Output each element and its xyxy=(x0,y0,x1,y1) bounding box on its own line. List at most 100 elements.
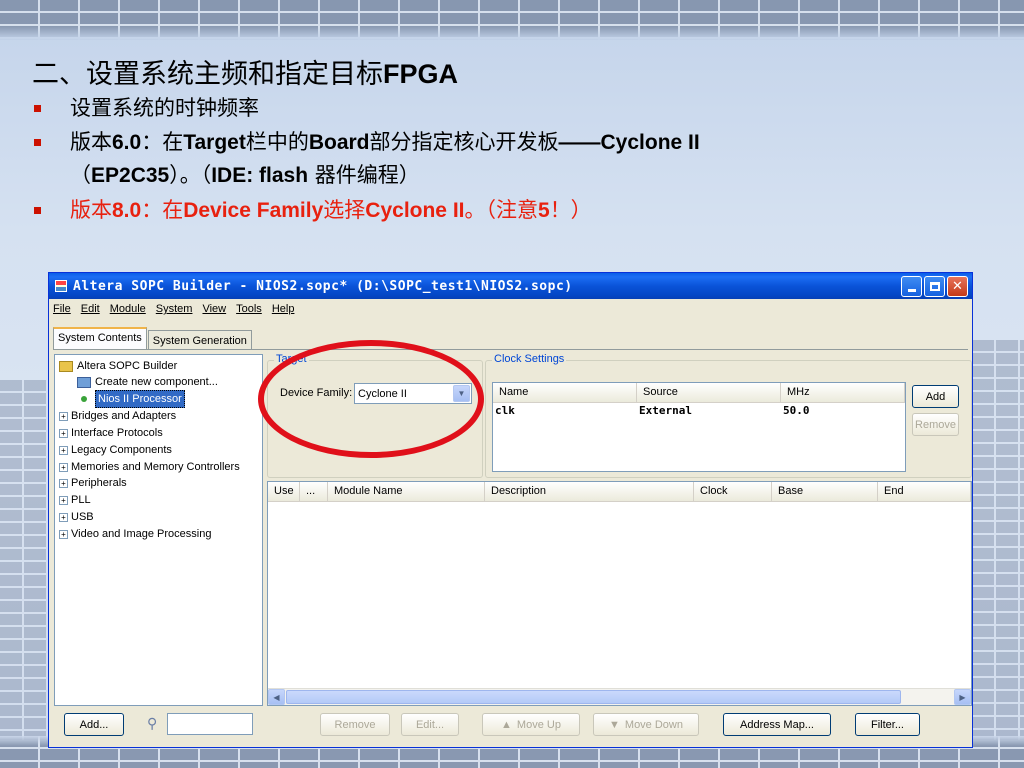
tree-label: Create new component... xyxy=(95,376,218,388)
table-row[interactable]: clk External 50.0 xyxy=(493,403,905,419)
bullet-list: 设置系统的时钟频率 版本6.0：在Target栏中的Board部分指定核心开发板… xyxy=(32,92,992,229)
bullet-text: 5 xyxy=(538,199,550,222)
bullet-text: 部分指定核心开发板 xyxy=(369,130,559,154)
remove-module-button[interactable]: Remove xyxy=(320,713,390,736)
expand-icon[interactable]: + xyxy=(59,428,68,438)
maximize-button[interactable] xyxy=(924,275,945,297)
tab-system-generation[interactable]: System Generation xyxy=(147,330,252,349)
minimize-button[interactable] xyxy=(901,275,922,297)
clock-mhz-cell[interactable]: 50.0 xyxy=(781,403,905,419)
horizontal-scrollbar[interactable]: ◀ ▶ xyxy=(268,688,971,705)
move-down-button[interactable]: ▼ Move Down xyxy=(593,713,699,736)
scroll-left-icon[interactable]: ◀ xyxy=(268,689,285,705)
expand-icon[interactable]: + xyxy=(59,512,68,522)
bullet-text: ）。（ xyxy=(169,163,212,187)
tree-category[interactable]: + USB xyxy=(59,509,94,525)
column-header-clock[interactable]: Clock xyxy=(694,482,772,502)
bullet-square-icon xyxy=(34,139,41,146)
bullet-text: 8.0 xyxy=(112,199,142,222)
app-icon xyxy=(55,280,67,292)
library-icon xyxy=(59,360,73,372)
tree-label: Altera SOPC Builder xyxy=(77,360,178,372)
address-map-button[interactable]: Address Map... xyxy=(723,713,831,736)
column-header-end[interactable]: End xyxy=(878,482,971,502)
minimize-icon xyxy=(907,288,916,292)
expand-icon[interactable]: + xyxy=(59,478,68,488)
tree-item-nios-ii-processor[interactable]: Nios II Processor xyxy=(77,390,185,408)
component-library-tree[interactable]: Altera SOPC Builder Create new component… xyxy=(54,354,263,706)
menu-file[interactable]: File xyxy=(53,303,71,315)
bullet-text: Cyclone II xyxy=(365,199,465,222)
bullet-text: 设置系统的时钟频率 xyxy=(70,96,259,120)
clock-table[interactable]: Name Source MHz clk External 50.0 xyxy=(492,382,906,472)
move-up-button[interactable]: ▲ Move Up xyxy=(482,713,580,736)
column-header-use[interactable]: Use xyxy=(268,482,300,502)
bullet-text: ：在 xyxy=(141,198,184,222)
clock-table-header: Name Source MHz xyxy=(493,383,905,403)
tree-category[interactable]: + Peripherals xyxy=(59,475,127,491)
expand-icon[interactable]: + xyxy=(59,445,68,455)
menu-module[interactable]: Module xyxy=(110,303,146,315)
tree-label: Legacy Components xyxy=(71,444,172,456)
tree-category[interactable]: + Video and Image Processing xyxy=(59,526,211,542)
expand-icon[interactable]: + xyxy=(59,495,68,505)
slide-title: 二、设置系统主频和指定目标FPGA xyxy=(32,52,458,91)
tree-category[interactable]: + PLL xyxy=(59,492,91,508)
tab-strip: System Contents System Generation xyxy=(53,327,253,349)
bullet-text: ——Cyclone II xyxy=(558,131,700,154)
tree-label: PLL xyxy=(71,494,91,506)
column-header-connections[interactable]: ... xyxy=(300,482,328,502)
scroll-right-icon[interactable]: ▶ xyxy=(954,689,971,705)
bullet-item-highlight: 版本8.0：在Device Family选择Cyclone II。（注意5！） xyxy=(32,194,992,227)
module-table[interactable]: Use ... Module Name Description Clock Ba… xyxy=(267,481,972,706)
arrow-down-icon: ▼ xyxy=(609,718,620,731)
menu-view[interactable]: View xyxy=(202,303,226,315)
tree-category[interactable]: + Interface Protocols xyxy=(59,425,163,441)
edit-module-button[interactable]: Edit... xyxy=(401,713,459,736)
window-titlebar[interactable]: Altera SOPC Builder - NIOS2.sopc* (D:\SO… xyxy=(49,273,972,299)
menu-tools[interactable]: Tools xyxy=(236,303,262,315)
column-header-module-name[interactable]: Module Name xyxy=(328,482,485,502)
tree-label: Bridges and Adapters xyxy=(71,410,177,422)
tree-root[interactable]: Altera SOPC Builder xyxy=(59,358,177,374)
arrow-up-icon: ▲ xyxy=(501,718,512,731)
sopc-builder-window: Altera SOPC Builder - NIOS2.sopc* (D:\SO… xyxy=(48,272,973,748)
column-header-mhz[interactable]: MHz xyxy=(781,383,905,403)
bullet-text: 器件编程） xyxy=(308,163,420,187)
tree-category[interactable]: + Legacy Components xyxy=(59,442,172,458)
add-component-button[interactable]: Add... xyxy=(64,713,124,736)
move-down-label: Move Down xyxy=(624,718,683,731)
filter-button[interactable]: Filter... xyxy=(855,713,920,736)
menu-edit[interactable]: Edit xyxy=(81,303,100,315)
bullet-text: （ xyxy=(70,163,91,187)
search-input[interactable] xyxy=(167,713,253,735)
tree-item-create-component[interactable]: Create new component... xyxy=(77,374,218,390)
add-clock-button[interactable]: Add xyxy=(912,385,959,408)
decorative-brick-left xyxy=(0,380,48,740)
expand-icon[interactable]: + xyxy=(59,529,68,539)
column-header-source[interactable]: Source xyxy=(637,383,781,403)
clock-settings-legend: Clock Settings xyxy=(492,353,567,365)
tab-system-contents[interactable]: System Contents xyxy=(53,327,147,349)
window-title: Altera SOPC Builder - NIOS2.sopc* (D:\SO… xyxy=(73,278,573,294)
clock-name-cell[interactable]: clk xyxy=(493,403,637,419)
column-header-base[interactable]: Base xyxy=(772,482,878,502)
close-button[interactable]: ✕ xyxy=(947,275,968,297)
column-header-name[interactable]: Name xyxy=(493,383,637,403)
scroll-thumb[interactable] xyxy=(286,690,901,704)
highlight-ellipse xyxy=(258,340,484,458)
search-icon: ⚲ xyxy=(147,716,158,732)
column-header-description[interactable]: Description xyxy=(485,482,694,502)
decorative-brick-header xyxy=(0,0,1024,40)
move-up-label: Move Up xyxy=(516,718,561,731)
remove-clock-button[interactable]: Remove xyxy=(912,413,959,436)
menu-help[interactable]: Help xyxy=(272,303,295,315)
tree-category[interactable]: + Memories and Memory Controllers xyxy=(59,459,240,475)
tree-label: Video and Image Processing xyxy=(71,528,212,540)
clock-source-cell[interactable]: External xyxy=(637,403,781,419)
menu-system[interactable]: System xyxy=(156,303,193,315)
expand-icon[interactable]: + xyxy=(59,462,68,472)
tree-category[interactable]: + Bridges and Adapters xyxy=(59,408,176,424)
expand-icon[interactable]: + xyxy=(59,411,68,421)
bullet-text: Device Family xyxy=(183,199,324,222)
